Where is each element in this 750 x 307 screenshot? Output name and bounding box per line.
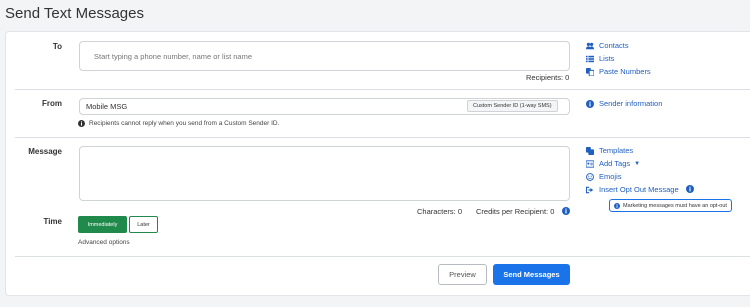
- later-button[interactable]: Later: [129, 216, 158, 233]
- contacts-link[interactable]: Contacts: [586, 41, 629, 50]
- time-label: Time: [43, 217, 62, 226]
- page-title: Send Text Messages: [5, 5, 144, 22]
- opt-out-info-icon[interactable]: [686, 185, 694, 193]
- opt-out-tooltip-text: Marketing messages must have an opt-out: [623, 202, 727, 209]
- sender-type-tag: Custom Sender ID (1-way SMS): [467, 100, 558, 112]
- from-label: From: [42, 99, 62, 108]
- sender-note-text: Recipients cannot reply when you send fr…: [89, 120, 280, 127]
- id-card-icon: [586, 159, 594, 168]
- emojis-link-label: Emojis: [599, 172, 622, 181]
- templates-link[interactable]: Templates: [586, 146, 633, 155]
- copy-icon: [586, 146, 594, 155]
- emojis-link[interactable]: Emojis: [586, 172, 622, 181]
- paste-numbers-link[interactable]: Paste Numbers: [586, 67, 651, 76]
- send-messages-button[interactable]: Send Messages: [493, 264, 570, 285]
- sender-information-link[interactable]: Sender information: [586, 99, 662, 108]
- divider-time: [15, 256, 750, 257]
- smile-icon: [586, 172, 594, 181]
- recipients-count: Recipients: 0: [526, 73, 570, 82]
- info-icon: [614, 202, 620, 209]
- advanced-options-link[interactable]: Advanced options: [78, 239, 130, 246]
- message-textarea[interactable]: [79, 146, 570, 201]
- users-icon: [586, 42, 594, 49]
- recipient-input[interactable]: [79, 41, 570, 71]
- sender-value: Mobile MSG: [86, 102, 128, 111]
- clipboard-icon: [586, 67, 594, 76]
- list-icon: [586, 55, 594, 62]
- info-icon: [78, 120, 85, 127]
- credits-per-recipient: Credits per Recipient: 0: [476, 207, 555, 216]
- paste-numbers-link-label: Paste Numbers: [599, 67, 651, 76]
- sender-information-label: Sender information: [599, 99, 663, 108]
- insert-opt-out-label: Insert Opt Out Message: [599, 185, 679, 194]
- lists-link[interactable]: Lists: [586, 54, 614, 63]
- to-label: To: [52, 42, 62, 51]
- divider-to: [15, 89, 750, 90]
- immediately-button[interactable]: Immediately: [78, 216, 127, 233]
- lists-link-label: Lists: [599, 54, 615, 63]
- sign-out-icon: [586, 186, 594, 193]
- sender-note: Recipients cannot reply when you send fr…: [78, 120, 279, 127]
- characters-count: Characters: 0: [417, 207, 463, 216]
- opt-out-tooltip: Marketing messages must have an opt-out: [609, 199, 732, 212]
- caret-down-icon: ▼: [634, 160, 641, 167]
- divider-from: [15, 137, 750, 138]
- insert-opt-out-link[interactable]: Insert Opt Out Message: [586, 185, 679, 194]
- add-tags-label: Add Tags: [599, 159, 631, 168]
- templates-link-label: Templates: [599, 146, 634, 155]
- contacts-link-label: Contacts: [599, 41, 629, 50]
- credits-info-icon[interactable]: [562, 207, 570, 215]
- info-icon: [586, 99, 594, 108]
- add-tags-dropdown[interactable]: Add Tags ▼: [586, 159, 640, 168]
- preview-button[interactable]: Preview: [438, 264, 487, 285]
- message-label: Message: [28, 147, 62, 156]
